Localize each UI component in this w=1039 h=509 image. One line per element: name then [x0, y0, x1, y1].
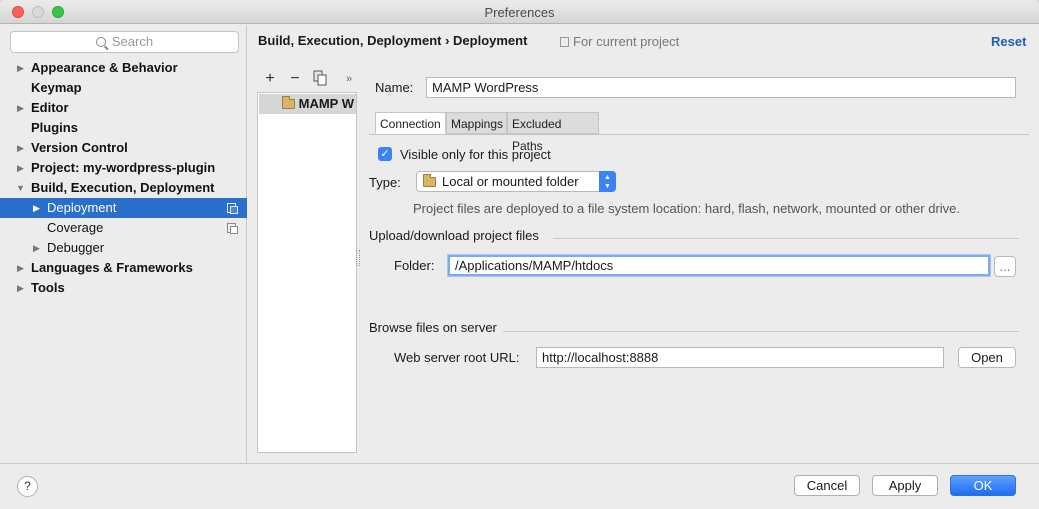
visible-only-checkbox[interactable]: ✓: [378, 147, 392, 161]
sidebar-item-label: Appearance & Behavior: [31, 60, 178, 75]
settings-sidebar: Search ▶ Appearance & Behavior Keymap ▶ …: [0, 25, 247, 463]
footer-divider: [0, 463, 1039, 464]
sidebar-item-project[interactable]: ▶ Project: my-wordpress-plugin: [0, 158, 247, 178]
remove-server-button[interactable]: −: [287, 70, 303, 88]
expand-arrow-icon[interactable]: ▶: [33, 198, 40, 218]
upload-section-title: Upload/download project files: [369, 228, 539, 243]
type-select-value: Local or mounted folder: [442, 174, 579, 189]
visible-only-label[interactable]: Visible only for this project: [400, 147, 551, 162]
folder-path-input[interactable]: /Applications/MAMP/htdocs: [448, 255, 990, 276]
folder-icon: [282, 96, 295, 109]
web-root-label: Web server root URL:: [394, 350, 520, 365]
expand-arrow-icon[interactable]: ▶: [17, 138, 24, 158]
type-label: Type:: [369, 175, 401, 190]
expand-arrow-icon[interactable]: ▶: [17, 58, 24, 78]
open-url-button[interactable]: Open: [958, 347, 1016, 368]
section-divider: [503, 331, 1019, 332]
sidebar-item-label: Deployment: [47, 200, 117, 215]
sidebar-item-label: Build, Execution, Deployment: [31, 180, 215, 195]
section-divider: [553, 238, 1019, 239]
settings-tree: ▶ Appearance & Behavior Keymap ▶ Editor …: [0, 58, 247, 298]
preferences-window: Preferences Search ▶ Appearance & Behavi…: [0, 0, 1039, 509]
sidebar-item-label: Debugger: [47, 240, 105, 255]
sidebar-item-version-control[interactable]: ▶ Version Control: [0, 138, 247, 158]
sidebar-item-coverage[interactable]: Coverage: [0, 218, 247, 238]
scope-note: For current project: [560, 34, 679, 49]
ok-button[interactable]: OK: [950, 475, 1016, 496]
browse-section-title: Browse files on server: [369, 320, 497, 335]
help-button[interactable]: ?: [17, 476, 38, 497]
sidebar-item-label: Version Control: [31, 140, 128, 155]
sidebar-item-label: Plugins: [31, 120, 78, 135]
server-item-mamp-wordpress[interactable]: MAMP W: [259, 94, 356, 114]
more-actions-button[interactable]: »: [341, 70, 357, 88]
name-label: Name:: [375, 80, 414, 95]
type-select[interactable]: Local or mounted folder ▲ ▼: [416, 171, 616, 192]
sidebar-item-debugger[interactable]: ▶ Debugger: [0, 238, 247, 258]
title-bar: Preferences: [0, 0, 1039, 24]
tab-mappings[interactable]: Mappings: [446, 112, 507, 134]
type-hint: Project files are deployed to a file sys…: [413, 201, 960, 216]
search-placeholder: Search: [111, 34, 154, 49]
server-name-input[interactable]: MAMP WordPress: [426, 77, 1016, 98]
tab-excluded-paths[interactable]: Excluded Paths: [507, 112, 599, 153]
sidebar-item-tools[interactable]: ▶ Tools: [0, 278, 247, 298]
search-icon: [95, 37, 106, 47]
expand-arrow-icon[interactable]: ▶: [33, 238, 40, 258]
folder-label: Folder:: [394, 258, 435, 273]
server-item-label: MAMP W: [298, 96, 354, 111]
sidebar-item-editor[interactable]: ▶ Editor: [0, 98, 247, 118]
sidebar-item-build-execution-deployment[interactable]: ▼ Build, Execution, Deployment: [0, 178, 247, 198]
expand-arrow-icon[interactable]: ▶: [17, 258, 24, 278]
sidebar-item-plugins[interactable]: Plugins: [0, 118, 247, 138]
settings-search-input[interactable]: Search: [10, 31, 239, 53]
sidebar-item-label: Coverage: [47, 220, 104, 235]
reset-link[interactable]: Reset: [991, 34, 1026, 49]
browse-folder-button[interactable]: ...: [994, 256, 1016, 277]
expand-arrow-icon[interactable]: ▶: [17, 98, 24, 118]
expand-arrow-icon[interactable]: ▶: [17, 278, 24, 298]
expand-arrow-icon[interactable]: ▶: [17, 158, 24, 178]
sidebar-item-appearance-behavior[interactable]: ▶ Appearance & Behavior: [0, 58, 247, 78]
web-root-url-input[interactable]: http://localhost:8888: [536, 347, 944, 368]
window-title: Preferences: [484, 5, 555, 20]
sidebar-item-label: Languages & Frameworks: [31, 260, 193, 275]
project-scope-icon: [560, 37, 569, 47]
copy-server-button[interactable]: [312, 70, 328, 88]
tab-divider: [369, 134, 1029, 135]
panel-splitter-handle[interactable]: [356, 250, 360, 266]
sidebar-item-keymap[interactable]: Keymap: [0, 78, 247, 98]
copy-icon: [313, 70, 327, 86]
server-list: MAMP W: [257, 92, 357, 453]
sidebar-item-label: Editor: [31, 100, 69, 115]
add-server-button[interactable]: +: [262, 70, 278, 88]
apply-button[interactable]: Apply: [872, 475, 938, 496]
sidebar-item-languages-frameworks[interactable]: ▶ Languages & Frameworks: [0, 258, 247, 278]
sidebar-item-label: Tools: [31, 280, 65, 295]
cancel-button[interactable]: Cancel: [794, 475, 860, 496]
select-arrows-icon: ▲ ▼: [599, 171, 616, 192]
tab-connection[interactable]: Connection: [375, 112, 446, 134]
folder-icon: [423, 174, 436, 187]
project-scope-icon: [227, 203, 238, 214]
sidebar-item-label: Project: my-wordpress-plugin: [31, 160, 216, 175]
sidebar-item-label: Keymap: [31, 80, 82, 95]
scope-label: For current project: [573, 34, 680, 49]
project-scope-icon: [227, 223, 238, 234]
breadcrumb: Build, Execution, Deployment › Deploymen…: [258, 33, 528, 48]
sidebar-item-deployment[interactable]: ▶ Deployment: [0, 198, 247, 218]
collapse-arrow-icon[interactable]: ▼: [16, 178, 25, 198]
